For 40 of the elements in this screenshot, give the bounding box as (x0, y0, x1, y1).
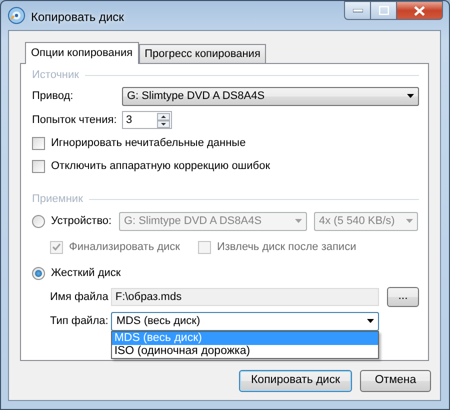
checkbox-label: Игнорировать нечитабельные данные (51, 136, 246, 152)
file-name-field[interactable]: F:\образ.mds (111, 288, 379, 306)
minimize-icon (352, 8, 362, 12)
check-icon (52, 243, 61, 251)
maximize-button[interactable] (371, 1, 397, 20)
tab[interactable]: Прогресс копирования (138, 44, 266, 63)
checkbox-label: Отключить аппаратную коррекцию ошибок (51, 159, 270, 174)
caret-icon (407, 94, 414, 98)
checkbox-label: Финализировать диск (69, 240, 180, 255)
checkbox[interactable] (32, 137, 45, 150)
field-label: Привод: (32, 88, 74, 104)
section-heading: Источник (32, 68, 79, 83)
drive-dropdown[interactable]: G: Slimtype DVD A DS8A4S (122, 86, 419, 106)
retries-spinner[interactable]: 3 (122, 111, 172, 129)
maximize-icon (378, 6, 388, 15)
dropdown-option[interactable]: ISO (одиночная дорожка) (112, 344, 378, 358)
close-button[interactable] (397, 1, 443, 20)
radio-label: Устройство: (51, 214, 112, 229)
caret-icon (295, 219, 302, 223)
checkbox[interactable] (32, 160, 45, 173)
field-label: Попыток чтения: (32, 112, 118, 128)
file-type-dropdown[interactable]: MDS (весь диск) (111, 312, 379, 330)
tab[interactable]: Опции копирования (25, 42, 139, 64)
field-label: Имя файла (50, 290, 108, 305)
checkbox-label: Извлечь диск после записи (216, 240, 356, 255)
disc-icon (8, 7, 25, 24)
section-heading: Приемник (32, 192, 83, 207)
browse-button[interactable]: ... (387, 287, 419, 307)
minimize-button[interactable] (344, 1, 371, 20)
caret-icon (367, 319, 374, 323)
caret-icon (406, 219, 413, 223)
spin-arrows-icon[interactable] (157, 112, 170, 128)
radio-label: Жесткий диск (51, 266, 121, 281)
window-title: Копировать диск (31, 9, 124, 26)
dialog-button[interactable]: Копировать диск (239, 370, 352, 392)
dialog-button[interactable]: Отмена (360, 370, 431, 392)
radio-button[interactable] (32, 214, 45, 228)
radio-button[interactable] (32, 266, 45, 280)
field-label: Тип файла: (50, 314, 108, 329)
close-icon (414, 6, 425, 16)
